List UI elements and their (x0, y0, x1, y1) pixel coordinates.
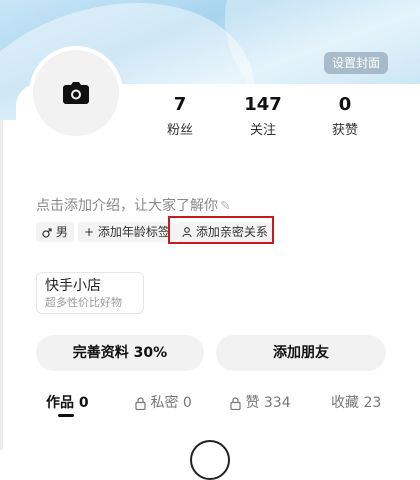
stat-likes-value: 0 (338, 94, 352, 115)
tab-favorites-label: 收藏 23 (331, 395, 382, 411)
intro-prompt[interactable]: 点击添加介绍，让大家了解你 ✎ (36, 195, 231, 215)
stats-row: 7 粉丝 147 关注 0 获赞 (140, 95, 400, 145)
stat-likes[interactable]: 0 获赞 (315, 94, 375, 139)
add-friend-button[interactable]: 添加朋友 (216, 335, 386, 371)
plus-icon: + (84, 225, 95, 239)
camera-icon (63, 82, 89, 104)
shop-subtitle: 超多性价比好物 (45, 296, 122, 309)
gender-tag[interactable]: 男 (36, 222, 74, 242)
shop-title: 快手小店 (45, 278, 101, 294)
stat-following-value: 147 (244, 94, 282, 115)
intro-text: 点击添加介绍，让大家了解你 (36, 198, 218, 214)
stat-fans-label: 粉丝 (166, 123, 193, 138)
content-tabs: 作品 0 私密 0 赞 334 收藏 23 (0, 392, 420, 416)
gender-label: 男 (55, 225, 68, 239)
tab-liked-label: 赞 334 (245, 395, 291, 411)
complete-profile-button[interactable]: 完善资料 30% (36, 335, 204, 371)
tab-favorites[interactable]: 收藏 23 (331, 392, 381, 412)
tab-private[interactable]: 私密 0 (135, 392, 192, 412)
set-cover-button[interactable]: 设置封面 (323, 52, 388, 74)
floating-button[interactable] (190, 440, 230, 480)
stat-likes-label: 获赞 (331, 123, 358, 138)
pencil-icon: ✎ (220, 199, 231, 214)
tab-works[interactable]: 作品 0 (46, 392, 89, 412)
shop-card[interactable]: 快手小店 超多性价比好物 (36, 272, 144, 314)
avatar[interactable] (33, 50, 119, 136)
stat-fans-value: 7 (173, 94, 187, 115)
male-icon (42, 227, 52, 238)
add-age-tag[interactable]: + 添加年龄标签 (78, 222, 176, 242)
active-tab-indicator (58, 414, 74, 417)
stat-fans[interactable]: 7 粉丝 (150, 94, 210, 139)
highlight-box (168, 216, 274, 244)
tab-private-label: 私密 0 (150, 395, 192, 411)
tab-liked[interactable]: 赞 334 (230, 392, 291, 412)
stat-following-label: 关注 (249, 123, 276, 138)
lock-icon (230, 396, 241, 410)
tab-works-label: 作品 0 (46, 395, 89, 411)
add-age-label: 添加年龄标签 (97, 225, 170, 239)
stat-following[interactable]: 147 关注 (233, 94, 293, 139)
lock-icon (135, 396, 146, 410)
